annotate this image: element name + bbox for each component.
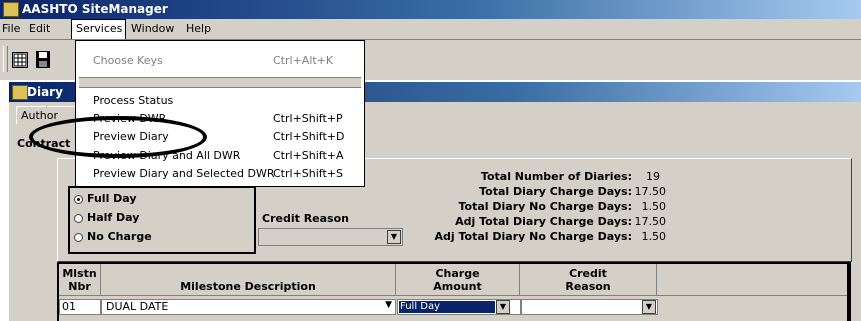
col-header-credit-line2: Reason (565, 280, 611, 293)
highlight-circle-annotation (29, 116, 207, 158)
save-icon[interactable] (36, 51, 50, 68)
menu-shortcut-choose-keys: Ctrl+Alt+K (273, 54, 334, 67)
full-day-label[interactable]: Full Day (87, 192, 137, 205)
stat-total-diaries-value: 19 (646, 170, 660, 183)
grid-header-filler (657, 264, 847, 296)
col-header-charge-line1: Charge (435, 267, 480, 280)
menu-window[interactable]: Window (131, 22, 174, 35)
menu-shortcut-preview-dwr: Ctrl+Shift+P (273, 112, 343, 125)
credit-cell[interactable]: ▼ (521, 299, 658, 315)
col-header-credit[interactable]: Credit Reason (520, 264, 657, 296)
toolbar-grip (3, 46, 8, 72)
mlstn-cell[interactable]: 01 (59, 299, 101, 315)
chevron-down-icon[interactable]: ▼ (387, 230, 401, 244)
col-header-description[interactable]: Milestone Description (101, 264, 396, 296)
half-day-radio[interactable] (74, 214, 83, 223)
no-charge-label[interactable]: No Charge (87, 230, 152, 243)
menu-bar (0, 19, 861, 40)
menu-file[interactable]: File (2, 22, 20, 35)
menu-shortcut-preview-diary-all-dwr: Ctrl+Shift+A (273, 149, 344, 162)
stat-adj-no-charge-days-value: 1.50 (641, 230, 667, 243)
charge-cell[interactable]: Full Day ▼ (397, 299, 521, 315)
window-icon (12, 85, 28, 100)
stat-total-diaries-label: Total Number of Diaries: (480, 170, 632, 183)
stat-charge-days-value: 17.50 (634, 185, 667, 198)
no-charge-radio[interactable] (74, 233, 83, 242)
menu-services[interactable]: Services (76, 22, 122, 35)
description-cell[interactable]: DUAL DATE ▼ (101, 299, 396, 315)
col-header-credit-line1: Credit (569, 267, 607, 280)
totals-panel: Total Number of Diaries: 19 Total Diary … (404, 170, 684, 255)
col-header-mlstn-line1: Mlstn (62, 267, 97, 280)
description-text: DUAL DATE (106, 300, 169, 313)
menu-separator (79, 77, 361, 88)
menu-item-process-status[interactable]: Process Status (93, 94, 173, 107)
charge-select-value: Full Day (399, 301, 495, 313)
services-dropdown-menu: Choose Keys Ctrl+Alt+K Process Status Pr… (75, 40, 365, 187)
stat-no-charge-days-label: Total Diary No Charge Days: (458, 200, 632, 213)
chevron-down-icon[interactable]: ▼ (496, 300, 510, 314)
stat-no-charge-days-value: 1.50 (641, 200, 667, 213)
stat-charge-days-label: Total Diary Charge Days: (479, 185, 632, 198)
grid-view-icon[interactable] (12, 52, 28, 68)
stat-adj-no-charge-days-label: Adj Total Diary No Charge Days: (434, 230, 632, 243)
menu-item-choose-keys[interactable]: Choose Keys (93, 54, 163, 67)
credit-reason-select[interactable]: ▼ (258, 228, 403, 246)
menu-shortcut-preview-diary-selected-dwr: Ctrl+Shift+S (273, 167, 343, 180)
chevron-down-icon[interactable]: ▼ (642, 300, 656, 314)
full-day-radio[interactable] (74, 195, 83, 204)
menu-edit[interactable]: Edit (29, 22, 50, 35)
col-header-mlstn[interactable]: Mlstn Nbr (59, 264, 101, 296)
col-header-charge-line2: Amount (433, 280, 482, 293)
app-title-bar: AASHTO SiteManager (0, 0, 861, 19)
col-header-charge[interactable]: Charge Amount (396, 264, 520, 296)
app-icon (3, 2, 19, 17)
half-day-label[interactable]: Half Day (87, 211, 139, 224)
chevron-down-icon[interactable]: ▼ (385, 300, 392, 310)
col-header-mlstn-line2: Nbr (68, 280, 91, 293)
stat-adj-charge-days-label: Adj Total Diary Charge Days: (455, 215, 632, 228)
credit-reason-label: Credit Reason (262, 212, 349, 225)
menu-help[interactable]: Help (186, 22, 211, 35)
menu-item-preview-diary-selected-dwr[interactable]: Preview Diary and Selected DWR (93, 167, 274, 180)
app-title: AASHTO SiteManager (22, 2, 168, 16)
menu-shortcut-preview-diary: Ctrl+Shift+D (273, 130, 345, 143)
grid-right-edge (847, 262, 851, 321)
stat-adj-charge-days-value: 17.50 (634, 215, 667, 228)
window-title: Diary (27, 85, 63, 99)
table-row[interactable]: 01 DUAL DATE ▼ Full Day ▼ ▼ (59, 296, 847, 321)
